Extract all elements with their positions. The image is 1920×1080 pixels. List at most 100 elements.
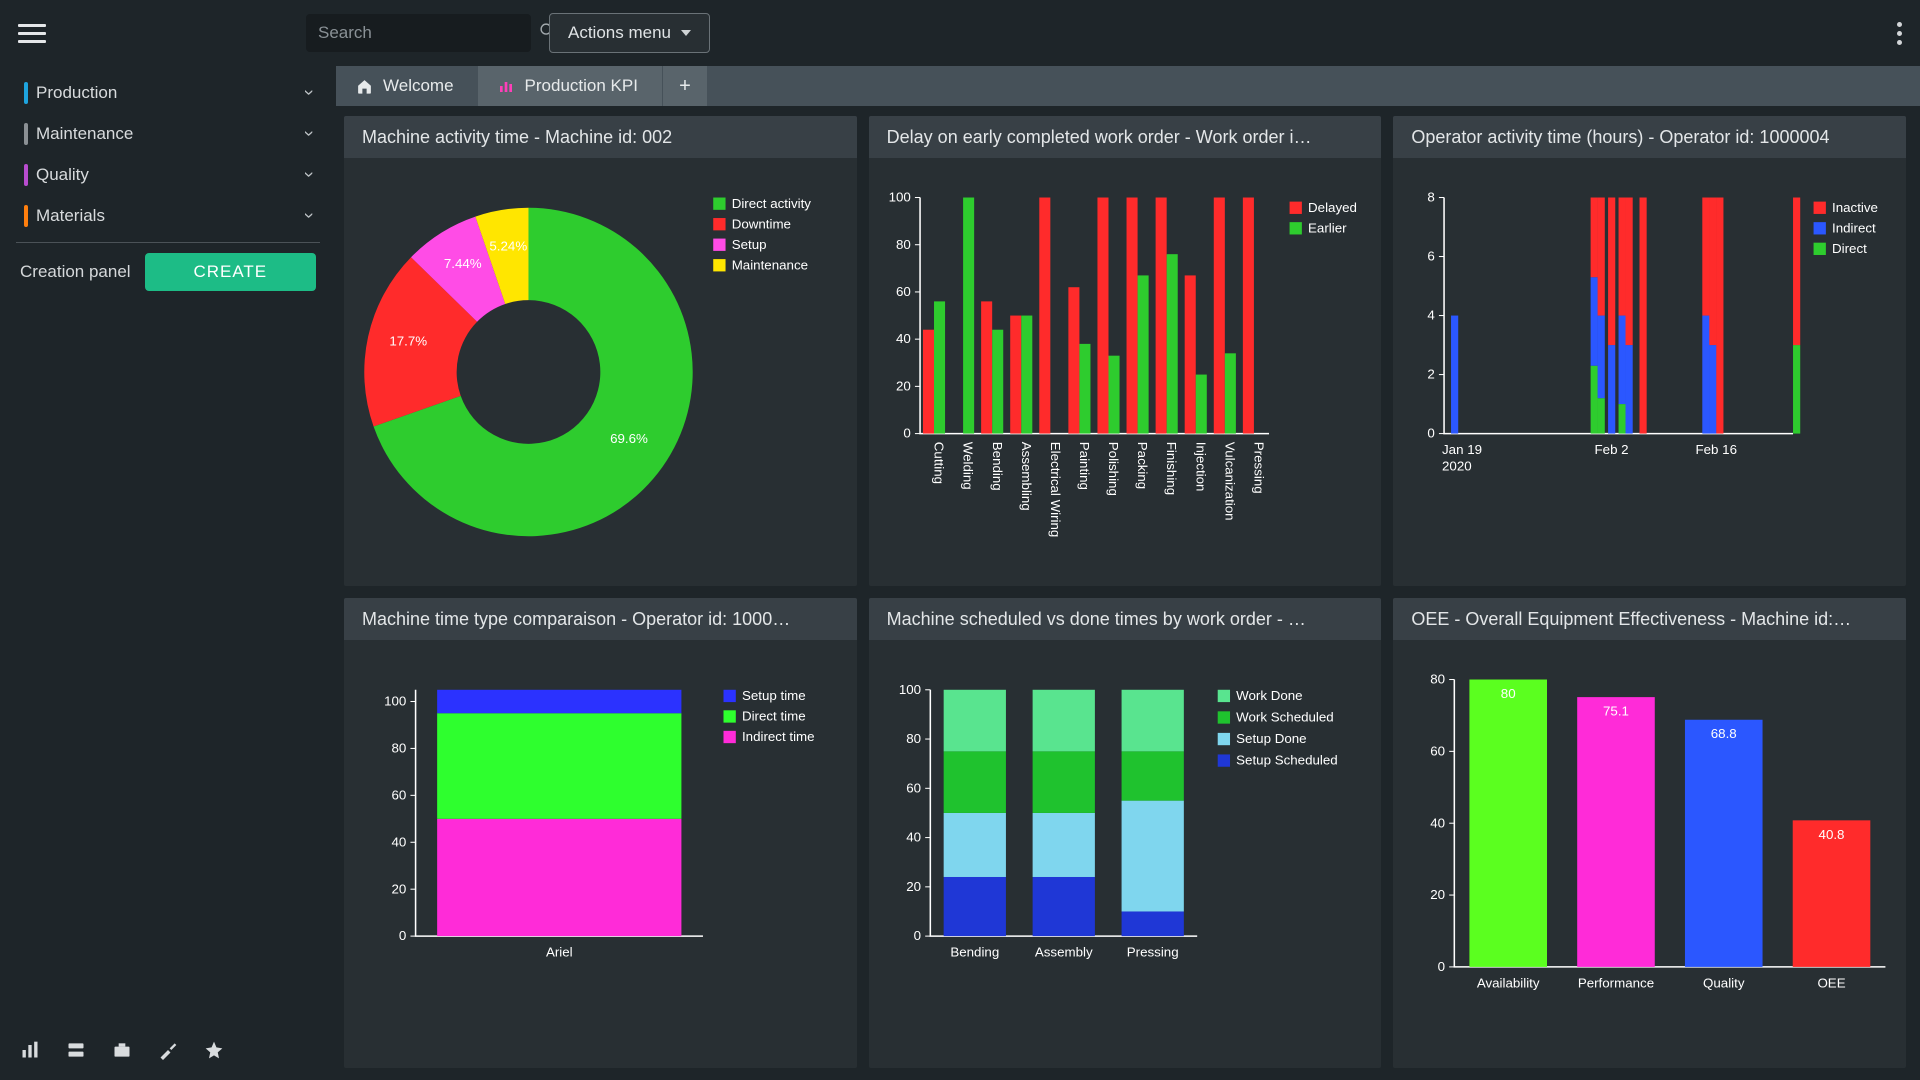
svg-text:0: 0 — [399, 928, 406, 943]
svg-text:Setup Scheduled: Setup Scheduled — [1236, 753, 1338, 768]
more-vert-icon[interactable] — [1897, 22, 1902, 45]
card-machine-activity: Machine activity time - Machine id: 002 … — [344, 116, 857, 586]
chart-icon[interactable] — [20, 1040, 40, 1066]
svg-text:Assembly: Assembly — [1035, 945, 1093, 960]
svg-text:80: 80 — [1431, 672, 1446, 687]
svg-text:Work Done: Work Done — [1236, 688, 1302, 703]
tab-production-kpi[interactable]: Production KPI — [478, 66, 662, 106]
tab-label: Welcome — [383, 76, 454, 96]
svg-text:40: 40 — [906, 830, 921, 845]
svg-text:75.1: 75.1 — [1603, 704, 1629, 719]
search-input[interactable] — [318, 23, 539, 43]
svg-text:20: 20 — [392, 881, 407, 896]
svg-text:Direct time: Direct time — [742, 709, 806, 724]
sidebar-item-production[interactable]: Production› — [16, 72, 320, 113]
svg-text:80: 80 — [1501, 686, 1516, 701]
star-icon[interactable] — [204, 1040, 224, 1066]
sidebar-item-materials[interactable]: Materials› — [16, 195, 320, 236]
svg-text:40: 40 — [392, 834, 407, 849]
svg-text:Jan 19: Jan 19 — [1442, 442, 1482, 457]
caret-down-icon — [681, 30, 691, 36]
svg-text:69.6%: 69.6% — [610, 431, 648, 446]
svg-text:Quality: Quality — [1703, 975, 1745, 990]
sidebar: Production›Maintenance›Quality›Materials… — [0, 66, 336, 1080]
svg-text:68.8: 68.8 — [1711, 726, 1737, 741]
svg-text:60: 60 — [1431, 743, 1446, 758]
svg-text:Setup Done: Setup Done — [1236, 731, 1306, 746]
svg-text:Performance: Performance — [1578, 975, 1654, 990]
stripe — [24, 205, 28, 227]
card-title: Machine scheduled vs done times by work … — [869, 598, 1382, 640]
svg-text:8: 8 — [1428, 190, 1435, 205]
svg-text:80: 80 — [896, 237, 911, 252]
svg-text:40: 40 — [1431, 815, 1446, 830]
card-title: Machine activity time - Machine id: 002 — [344, 116, 857, 158]
sidebar-item-quality[interactable]: Quality› — [16, 154, 320, 195]
svg-text:OEE: OEE — [1818, 975, 1846, 990]
svg-text:Cutting: Cutting — [931, 442, 946, 484]
svg-text:Direct: Direct — [1832, 241, 1867, 256]
actions-menu-button[interactable]: Actions menu — [549, 13, 710, 53]
card-title: Machine time type comparaison - Operator… — [344, 598, 857, 640]
search-box[interactable] — [306, 14, 531, 52]
chevron-down-icon: › — [299, 90, 320, 96]
svg-text:Indirect time: Indirect time — [742, 729, 815, 744]
svg-text:80: 80 — [392, 741, 407, 756]
svg-text:100: 100 — [888, 190, 910, 205]
tabbar: Welcome Production KPI + — [336, 66, 1920, 106]
divider — [16, 242, 320, 243]
toolbox-icon[interactable] — [112, 1040, 132, 1066]
server-icon[interactable] — [66, 1040, 86, 1066]
bottom-toolbar — [16, 1028, 320, 1080]
svg-text:Pressing: Pressing — [1126, 945, 1178, 960]
sidebar-item-maintenance[interactable]: Maintenance› — [16, 113, 320, 154]
svg-text:7.44%: 7.44% — [444, 256, 482, 271]
svg-text:60: 60 — [392, 787, 407, 802]
svg-text:5.24%: 5.24% — [489, 239, 527, 254]
home-icon — [356, 78, 373, 95]
svg-text:Feb 2: Feb 2 — [1595, 442, 1629, 457]
svg-text:Direct activity: Direct activity — [732, 196, 812, 211]
svg-text:Bending: Bending — [950, 945, 999, 960]
svg-text:2020: 2020 — [1442, 459, 1472, 474]
svg-text:Ariel: Ariel — [546, 945, 573, 960]
card-delay: Delay on early completed work order - Wo… — [869, 116, 1382, 586]
svg-text:0: 0 — [903, 426, 910, 441]
svg-text:0: 0 — [913, 928, 920, 943]
svg-text:60: 60 — [906, 780, 921, 795]
svg-text:40: 40 — [896, 331, 911, 346]
hamburger-menu[interactable] — [18, 19, 46, 47]
svg-text:Feb 16: Feb 16 — [1696, 442, 1738, 457]
svg-text:20: 20 — [1431, 887, 1446, 902]
svg-text:Packing: Packing — [1135, 442, 1150, 489]
svg-text:6: 6 — [1428, 249, 1435, 264]
svg-text:Earlier: Earlier — [1308, 220, 1347, 235]
card-title: Operator activity time (hours) - Operato… — [1393, 116, 1906, 158]
svg-text:4: 4 — [1428, 308, 1436, 323]
svg-text:40.8: 40.8 — [1819, 827, 1845, 842]
card-scheduled: Machine scheduled vs done times by work … — [869, 598, 1382, 1068]
tab-add[interactable]: + — [663, 66, 707, 106]
svg-text:20: 20 — [896, 378, 911, 393]
svg-text:Injection: Injection — [1193, 442, 1208, 492]
stripe — [24, 123, 28, 145]
svg-text:60: 60 — [896, 284, 911, 299]
svg-text:Setup time: Setup time — [742, 688, 806, 703]
svg-text:Polishing: Polishing — [1106, 442, 1121, 496]
card-title: OEE - Overall Equipment Effectiveness - … — [1393, 598, 1906, 640]
svg-text:0: 0 — [1438, 959, 1445, 974]
svg-text:17.7%: 17.7% — [389, 333, 427, 348]
svg-text:Electrical Wiring: Electrical Wiring — [1048, 442, 1063, 538]
svg-text:Downtime: Downtime — [732, 216, 791, 231]
svg-text:80: 80 — [906, 731, 921, 746]
svg-text:Delayed: Delayed — [1308, 200, 1357, 215]
svg-text:Painting: Painting — [1077, 442, 1092, 490]
card-operator: Operator activity time (hours) - Operato… — [1393, 116, 1906, 586]
tab-welcome[interactable]: Welcome — [336, 66, 478, 106]
card-title: Delay on early completed work order - Wo… — [869, 116, 1382, 158]
tools-icon[interactable] — [158, 1040, 178, 1066]
create-button[interactable]: CREATE — [145, 253, 316, 291]
svg-text:Setup: Setup — [732, 237, 767, 252]
card-oee: OEE - Overall Equipment Effectiveness - … — [1393, 598, 1906, 1068]
svg-text:Indirect: Indirect — [1832, 220, 1876, 235]
